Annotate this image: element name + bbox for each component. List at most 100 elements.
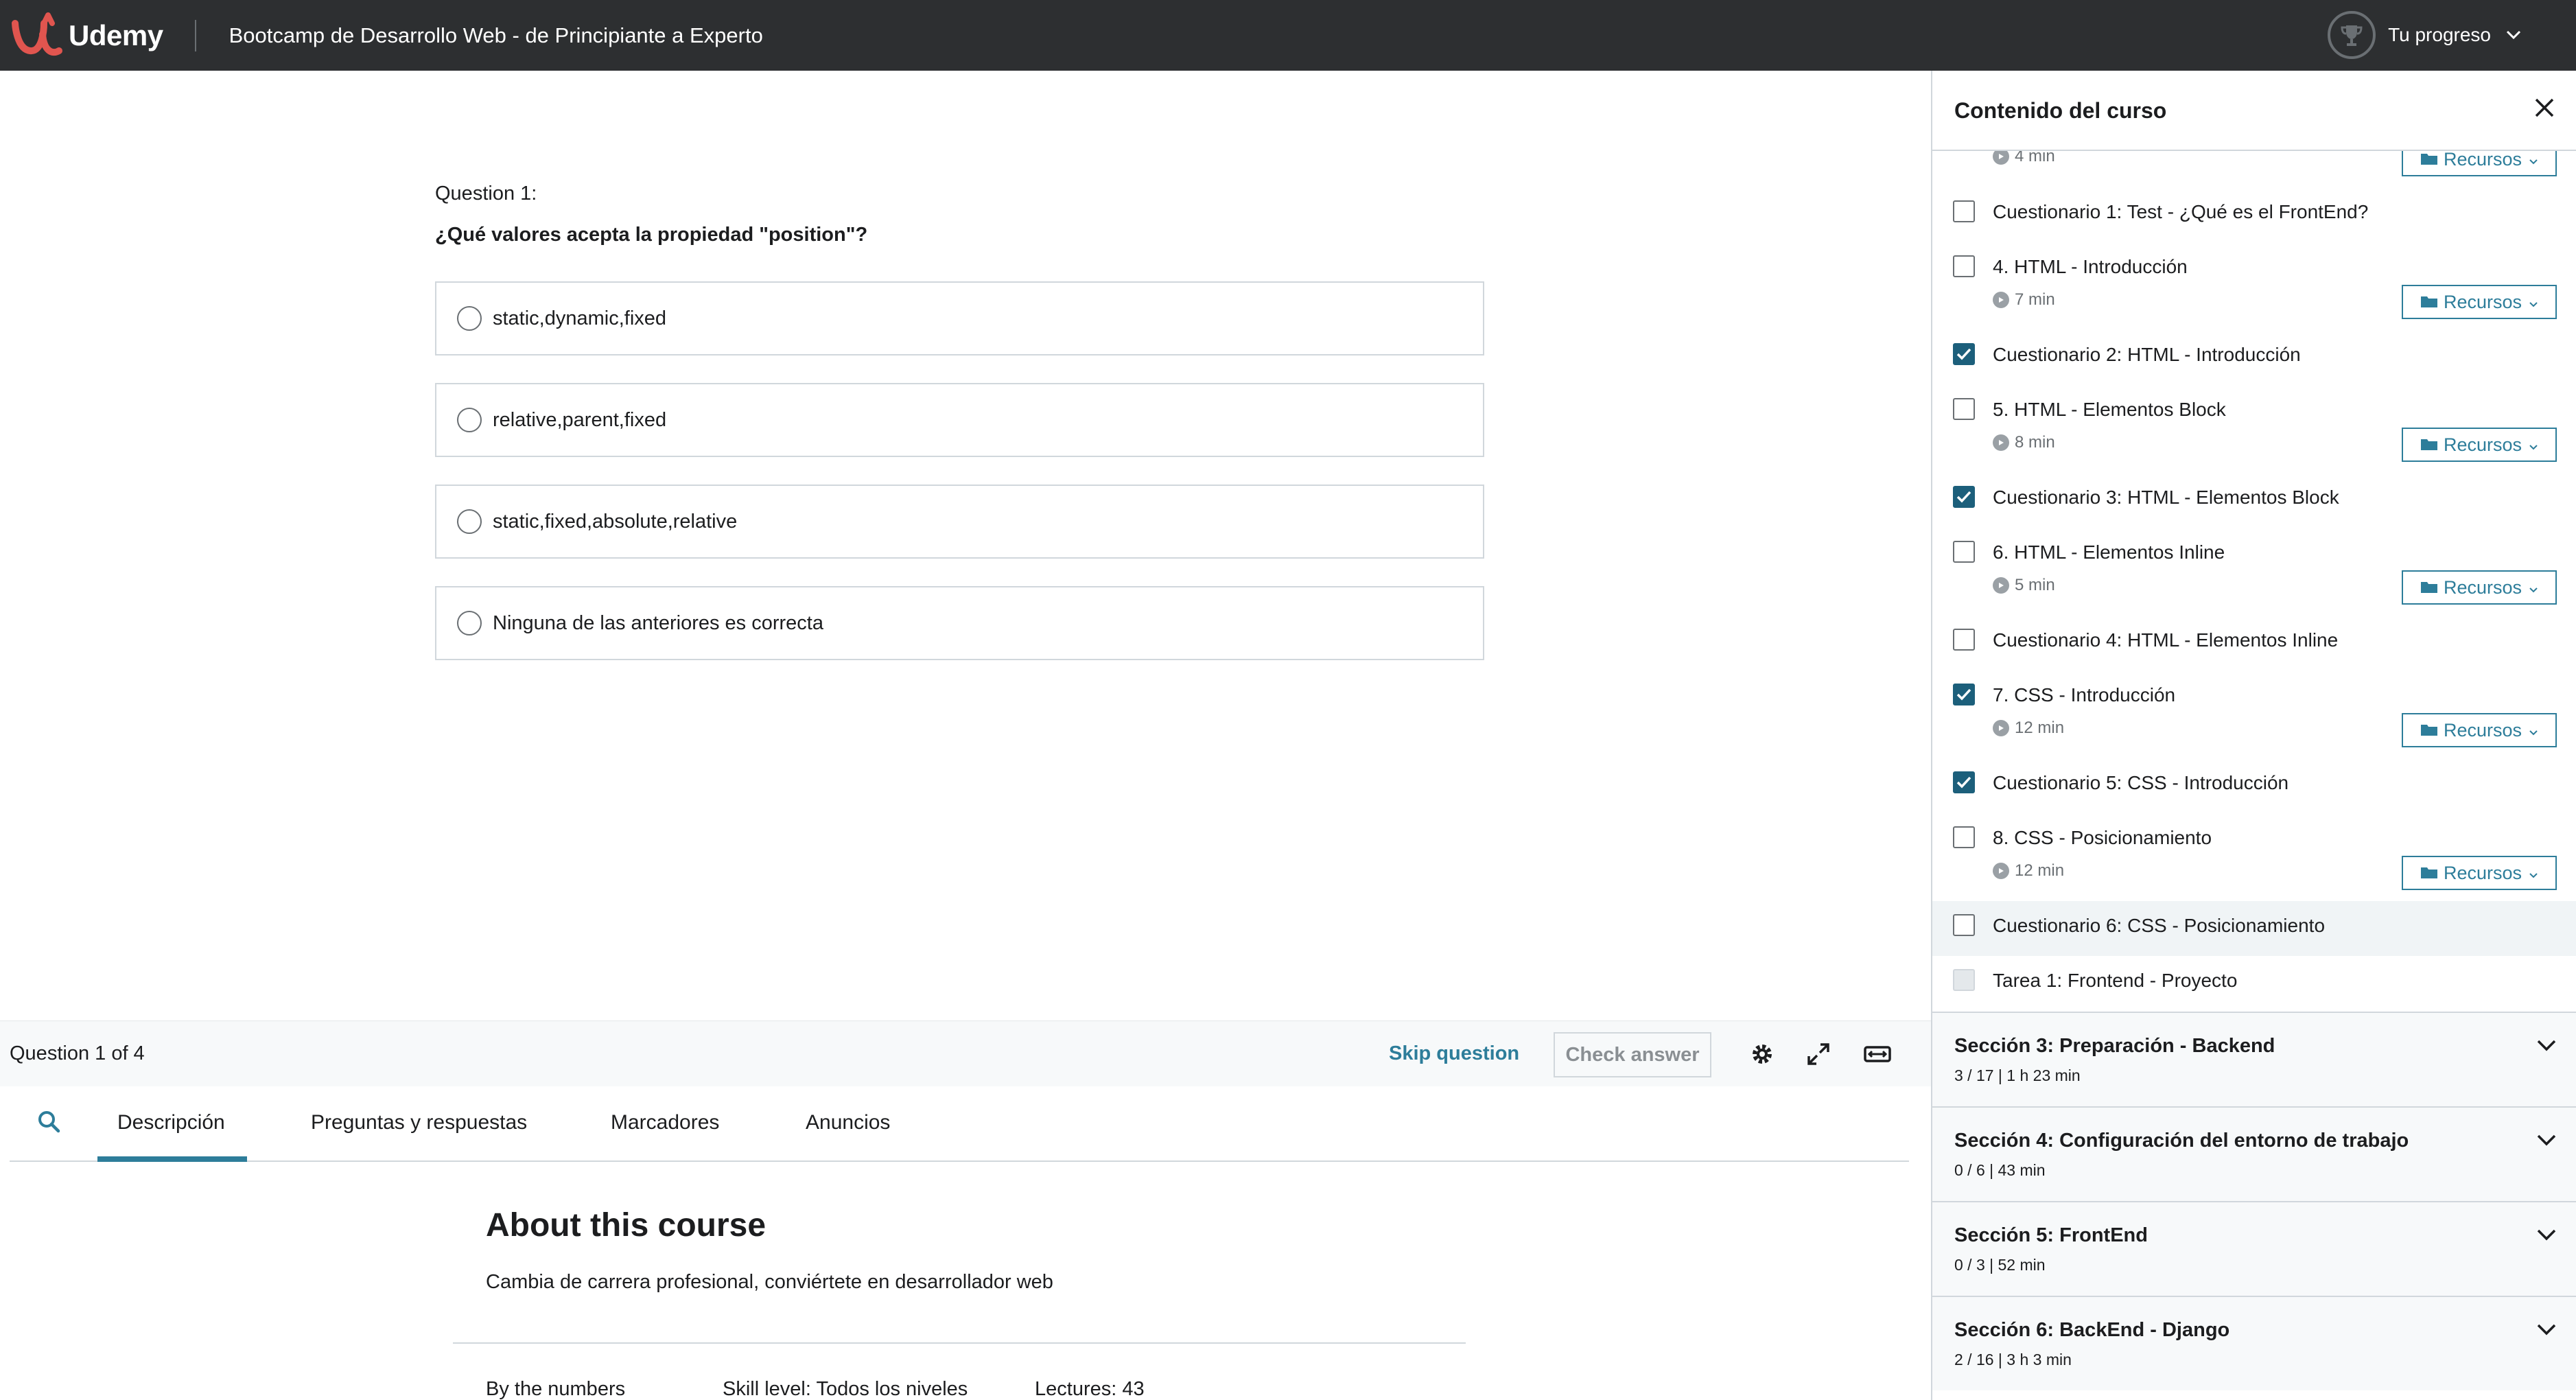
- answer-label: static,dynamic,fixed: [493, 307, 667, 329]
- sidebar-item-html-introduccion[interactable]: 4. HTML - Introducción: [1993, 256, 2188, 278]
- tab-anuncios[interactable]: Anuncios: [806, 1111, 890, 1134]
- radio-button[interactable]: [457, 408, 482, 432]
- chevron-down-icon: [2537, 1229, 2556, 1241]
- tab-preguntas-respuestas[interactable]: Preguntas y respuestas: [311, 1111, 527, 1134]
- answer-option-3[interactable]: static,fixed,absolute,relative: [435, 485, 1484, 559]
- quiz-footer-bar: Question 1 of 4 Skip question Check answ…: [0, 1020, 1931, 1086]
- play-icon: [1993, 434, 2009, 451]
- logo-text: Udemy: [69, 19, 163, 51]
- completion-checkbox[interactable]: [1953, 914, 1975, 936]
- answer-option-1[interactable]: static,dynamic,fixed: [435, 281, 1484, 355]
- progress-button[interactable]: Tu progreso: [2328, 10, 2521, 60]
- recursos-button[interactable]: Recursos: [2402, 570, 2557, 605]
- skip-question-button[interactable]: Skip question: [1389, 1042, 1519, 1065]
- answer-option-2[interactable]: relative,parent,fixed: [435, 383, 1484, 457]
- sidebar-item-tarea-1[interactable]: Tarea 1: Frontend - Proyecto: [1993, 970, 2237, 992]
- sidebar-item-cuestionario-3[interactable]: Cuestionario 3: HTML - Elementos Block: [1993, 487, 2339, 509]
- completion-checkbox[interactable]: [1953, 541, 1975, 563]
- completion-checkbox[interactable]: [1953, 398, 1975, 420]
- udemy-logo[interactable]: Udemy: [10, 10, 163, 62]
- radio-button[interactable]: [457, 306, 482, 331]
- about-divider: [453, 1342, 1466, 1344]
- chevron-down-icon: [2529, 720, 2538, 741]
- chevron-down-icon: [2537, 1324, 2556, 1335]
- folder-icon: [2420, 720, 2438, 741]
- recursos-button[interactable]: Recursos: [2402, 285, 2557, 319]
- section-5[interactable]: Sección 5: FrontEnd 0 / 3 | 52 min: [1932, 1201, 2576, 1296]
- chevron-down-icon: [2529, 863, 2538, 884]
- tab-descripcion[interactable]: Descripción: [117, 1111, 225, 1134]
- section-title: Sección 5: FrontEnd: [1954, 1224, 2148, 1246]
- by-the-numbers-label: By the numbers: [486, 1378, 626, 1400]
- search-icon[interactable]: [37, 1110, 60, 1136]
- section-6[interactable]: Sección 6: BackEnd - Django 2 / 16 | 3 h…: [1932, 1296, 2576, 1390]
- completion-checkbox[interactable]: [1953, 684, 1975, 705]
- sidebar-item-cuestionario-4[interactable]: Cuestionario 4: HTML - Elementos Inline: [1993, 629, 2338, 651]
- chevron-down-icon: [2529, 292, 2538, 313]
- recursos-button[interactable]: Recursos: [2402, 428, 2557, 462]
- sidebar-item-html-elementos-inline[interactable]: 6. HTML - Elementos Inline: [1993, 541, 2225, 563]
- item-duration: 12 min: [1993, 861, 2064, 880]
- play-icon: [1993, 577, 2009, 594]
- completion-checkbox[interactable]: [1953, 629, 1975, 651]
- answer-label: Ninguna de las anteriores es correcta: [493, 611, 823, 634]
- skill-level: Skill level: Todos los niveles: [723, 1378, 968, 1400]
- theater-mode-icon[interactable]: [1862, 1039, 1893, 1069]
- section-title: Sección 4: Configuración del entorno de …: [1954, 1130, 2409, 1152]
- play-icon: [1993, 292, 2009, 308]
- question-count: Question 1 of 4: [10, 1042, 145, 1064]
- sidebar-item-cuestionario-2[interactable]: Cuestionario 2: HTML - Introducción: [1993, 344, 2301, 366]
- item-duration: 12 min: [1993, 719, 2064, 738]
- section-title: Sección 6: BackEnd - Django: [1954, 1319, 2230, 1341]
- completion-checkbox[interactable]: [1953, 826, 1975, 848]
- completion-checkbox[interactable]: [1953, 255, 1975, 277]
- completion-checkbox[interactable]: [1953, 343, 1975, 365]
- recursos-button[interactable]: Recursos: [2402, 713, 2557, 747]
- answer-option-4[interactable]: Ninguna de las anteriores es correcta: [435, 586, 1484, 660]
- sidebar-item-html-elementos-block[interactable]: 5. HTML - Elementos Block: [1993, 399, 2226, 421]
- tab-marcadores[interactable]: Marcadores: [611, 1111, 719, 1134]
- sidebar-header: Contenido del curso: [1932, 71, 2576, 151]
- folder-icon: [2420, 863, 2438, 884]
- answer-label: static,fixed,absolute,relative: [493, 510, 738, 533]
- about-description: Cambia de carrera profesional, conviérte…: [486, 1271, 1053, 1293]
- fullscreen-expand-icon[interactable]: [1803, 1039, 1834, 1069]
- quiz-area: Question 1: ¿Qué valores acepta la propi…: [0, 71, 1931, 1020]
- sidebar-item-cuestionario-5[interactable]: Cuestionario 5: CSS - Introducción: [1993, 772, 2288, 794]
- completion-checkbox[interactable]: [1953, 200, 1975, 222]
- item-duration: 5 min: [1993, 576, 2055, 595]
- course-content-sidebar: Contenido del curso 4 min Recursos Cuest…: [1931, 71, 2576, 1400]
- completion-checkbox[interactable]: [1953, 486, 1975, 508]
- course-tabs: Descripción Preguntas y respuestas Marca…: [10, 1086, 1909, 1162]
- checkmark-icon: [1956, 348, 1971, 360]
- section-meta: 3 / 17 | 1 h 23 min: [1954, 1066, 2081, 1084]
- header-divider: [194, 19, 196, 51]
- settings-gear-icon[interactable]: [1747, 1039, 1777, 1069]
- radio-button[interactable]: [457, 509, 482, 534]
- sidebar-item-cuestionario-6[interactable]: Cuestionario 6: CSS - Posicionamiento: [1993, 915, 2325, 937]
- sidebar-item-css-introduccion[interactable]: 7. CSS - Introducción: [1993, 684, 2175, 706]
- active-tab-indicator: [97, 1156, 247, 1162]
- sidebar-title: Contenido del curso: [1954, 98, 2167, 123]
- check-answer-button[interactable]: Check answer: [1554, 1032, 1711, 1077]
- about-title: About this course: [486, 1207, 766, 1244]
- sidebar-item-cuestionario-1[interactable]: Cuestionario 1: Test - ¿Qué es el FrontE…: [1993, 201, 2368, 223]
- recursos-button[interactable]: Recursos: [2402, 856, 2557, 890]
- chevron-down-icon: [2529, 434, 2538, 456]
- play-icon: [1993, 863, 2009, 879]
- section-3[interactable]: Sección 3: Preparación - Backend 3 / 17 …: [1932, 1012, 2576, 1106]
- chevron-down-icon: [2506, 30, 2521, 40]
- play-icon: [1993, 720, 2009, 736]
- radio-button[interactable]: [457, 611, 482, 635]
- question-number: Question 1:: [435, 183, 537, 205]
- item-duration: 7 min: [1993, 290, 2055, 310]
- section-4[interactable]: Sección 4: Configuración del entorno de …: [1932, 1106, 2576, 1201]
- close-icon[interactable]: [2532, 95, 2557, 120]
- completion-checkbox: [1953, 969, 1975, 991]
- chevron-down-icon: [2529, 149, 2538, 170]
- section-meta: 2 / 16 | 3 h 3 min: [1954, 1351, 2072, 1368]
- completion-checkbox[interactable]: [1953, 771, 1975, 793]
- course-title[interactable]: Bootcamp de Desarrollo Web - de Principi…: [229, 23, 763, 48]
- lectures-count: Lectures: 43: [1035, 1378, 1145, 1400]
- sidebar-item-css-posicionamiento[interactable]: 8. CSS - Posicionamiento: [1993, 827, 2212, 849]
